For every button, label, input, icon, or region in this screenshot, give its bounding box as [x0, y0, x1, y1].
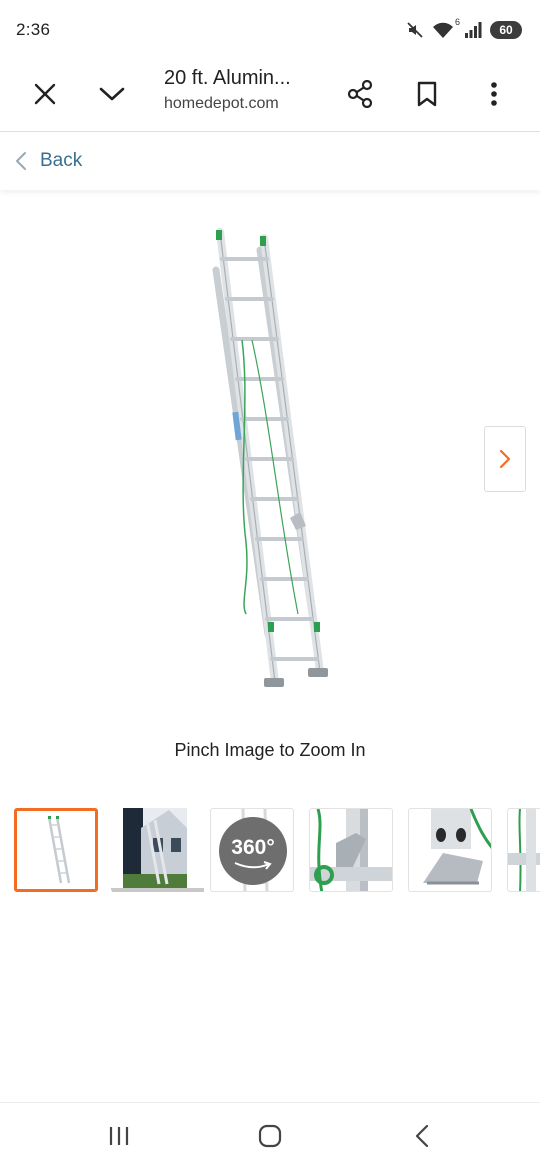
- partial-thumb-image: [508, 809, 540, 891]
- signal-icon: [465, 22, 482, 38]
- 360-label: 360°: [231, 836, 275, 859]
- house-photo-image: [111, 808, 195, 892]
- status-time: 2:36: [16, 20, 51, 39]
- thumbnail-pulley-detail[interactable]: [309, 808, 393, 892]
- recent-apps-icon: [109, 1127, 129, 1145]
- thumbnail-lifestyle[interactable]: [111, 808, 195, 892]
- page-url: homedepot.com: [164, 95, 279, 112]
- recent-apps-button[interactable]: [99, 1121, 139, 1151]
- thumbnail-ladder[interactable]: [14, 808, 98, 892]
- thumbnail-scroll-indicator: [112, 888, 204, 892]
- chevron-right-icon: [499, 449, 511, 469]
- network-generation: 6: [454, 17, 460, 27]
- close-button[interactable]: [25, 74, 65, 114]
- battery-indicator: 60: [490, 21, 522, 39]
- status-icons: 6 60: [406, 17, 522, 42]
- share-button[interactable]: [340, 74, 380, 114]
- chevron-down-icon: [99, 87, 125, 101]
- wifi-icon: 6: [432, 17, 460, 39]
- status-bar: 2:36 6 60: [0, 0, 540, 58]
- system-nav-bar: [0, 1102, 540, 1170]
- 360-badge: 360°: [219, 817, 287, 885]
- thumbnail-360-view[interactable]: 360°: [210, 808, 294, 892]
- more-vertical-icon: [491, 82, 497, 106]
- zoom-hint: Pinch Image to Zoom In: [174, 740, 366, 760]
- product-image[interactable]: [180, 222, 360, 700]
- collapse-button[interactable]: [92, 74, 132, 114]
- rotate-icon: [234, 861, 272, 870]
- page-title: 20 ft. Alumin...: [164, 67, 291, 89]
- thumbnail-strip: 360°: [14, 808, 540, 892]
- back-arrow-icon: [415, 1124, 429, 1148]
- back-bar: Back: [0, 133, 540, 190]
- more-options-button[interactable]: [474, 74, 514, 114]
- close-icon: [34, 83, 56, 105]
- browser-toolbar: 20 ft. Alumin... homedepot.com: [0, 58, 540, 132]
- share-icon: [347, 80, 373, 108]
- back-label: Back: [40, 150, 83, 171]
- bookmark-icon: [417, 81, 437, 107]
- pulley-detail-image: [310, 809, 392, 891]
- foot-detail-image: [423, 809, 491, 885]
- next-image-button[interactable]: [484, 426, 526, 492]
- home-icon: [258, 1124, 282, 1148]
- thumbnail-foot-detail[interactable]: [408, 808, 492, 892]
- bookmark-button[interactable]: [407, 74, 447, 114]
- back-nav-button[interactable]: [402, 1121, 442, 1151]
- ladder-image: [212, 228, 328, 687]
- mute-icon: [407, 22, 423, 38]
- thumbnail-partial[interactable]: [507, 808, 540, 892]
- ladder-thumb-image: [47, 816, 71, 884]
- back-link[interactable]: Back: [14, 150, 82, 172]
- chevron-left-icon: [16, 152, 26, 170]
- page-title-block[interactable]: 20 ft. Alumin... homedepot.com: [164, 67, 314, 113]
- home-button[interactable]: [250, 1121, 290, 1151]
